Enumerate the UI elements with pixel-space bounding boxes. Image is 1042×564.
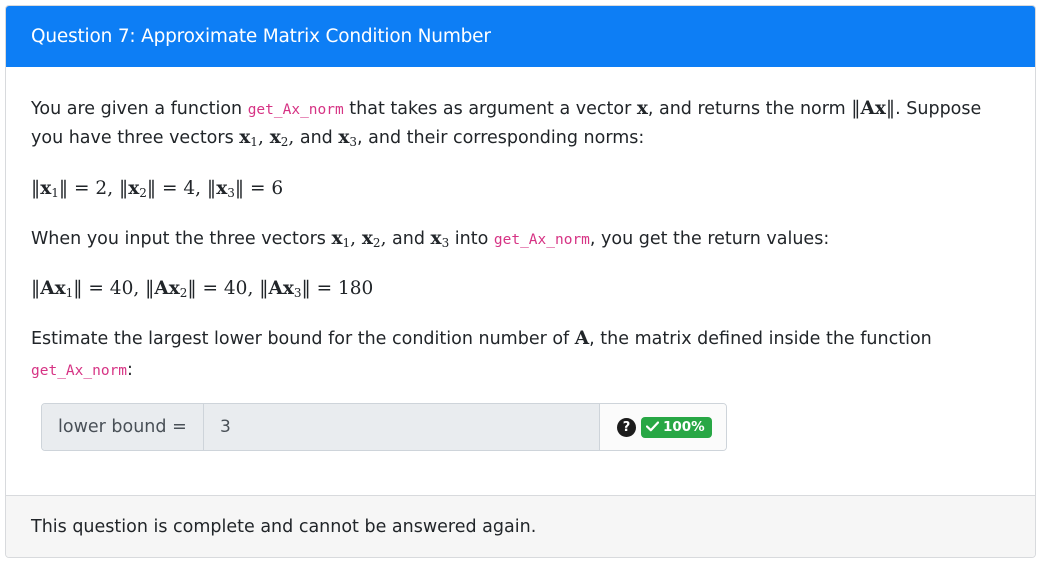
question-circle-icon[interactable]: ? (617, 417, 636, 437)
ax-equation: ‖Ax1‖ = 40, ‖Ax2‖ = 40, ‖Ax3‖ = 180 (31, 278, 374, 300)
prompt-line-5: get_Ax_norm: (31, 360, 133, 380)
math-x: x (636, 98, 648, 119)
question-card: Question 7: Approximate Matrix Condition… (5, 5, 1036, 558)
completion-status: This question is complete and cannot be … (31, 516, 537, 537)
math-A: A (574, 328, 590, 349)
function-name-code: get_Ax_norm (247, 102, 344, 118)
answer-input-group: lower bound = ? 100% (41, 403, 727, 451)
math-norm-Ax: ‖Ax‖ (851, 98, 896, 119)
prompt-line-2: you have three vectors x1, x2, and x3, a… (31, 127, 645, 149)
question-title: Question 7: Approximate Matrix Condition… (31, 26, 491, 47)
question-footer: This question is complete and cannot be … (6, 495, 1035, 557)
norms-equation: ‖x1‖ = 2, ‖x2‖ = 4, ‖x3‖ = 6 (31, 178, 284, 200)
prompt-line-3: When you input the three vectors x1, x2,… (31, 228, 830, 250)
prompt-line-1: You are given a function get_Ax_norm tha… (31, 98, 982, 119)
math-vectors: x1, x2, (239, 127, 295, 149)
answer-label: lower bound = (42, 404, 204, 450)
check-icon (646, 421, 659, 432)
question-body: You are given a function get_Ax_norm tha… (6, 67, 1035, 495)
score-badge: 100% (641, 416, 712, 438)
prompt-line-4: Estimate the largest lower bound for the… (31, 328, 932, 349)
answer-status: ? 100% (600, 404, 726, 450)
function-name-code: get_Ax_norm (31, 363, 128, 379)
lower-bound-input[interactable] (204, 404, 600, 450)
question-header: Question 7: Approximate Matrix Condition… (6, 6, 1035, 67)
score-badge-text: 100% (663, 418, 705, 435)
function-name-code: get_Ax_norm (493, 232, 590, 248)
